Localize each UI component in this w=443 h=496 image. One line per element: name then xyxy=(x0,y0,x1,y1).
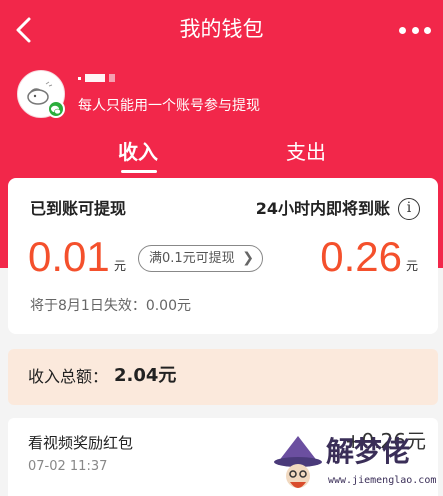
wechat-icon xyxy=(47,100,65,118)
active-tab-indicator xyxy=(121,170,157,173)
info-icon[interactable]: i xyxy=(398,198,420,220)
more-dots-icon xyxy=(399,26,406,34)
withdraw-hint: 满0.1元可提现 xyxy=(149,251,235,266)
pending-label: 24小时内即将到账 xyxy=(255,199,390,218)
watermark: 解梦佬 www.jiemenglao.com xyxy=(268,432,443,496)
tab-expense[interactable]: 支出 xyxy=(286,138,326,166)
navigation-bar: 我的钱包 xyxy=(0,0,443,58)
withdraw-button[interactable]: 满0.1元可提现 ❯ xyxy=(138,245,263,272)
expire-text: 将于8月1日失效：0.00元 xyxy=(30,298,191,314)
available-amount: 0.01 xyxy=(28,233,110,280)
account-tip: 每人只能用一个账号参与提现 xyxy=(78,98,260,114)
user-name xyxy=(78,72,115,84)
watermark-text: 解梦佬 xyxy=(326,435,411,468)
wizard-logo-icon xyxy=(274,436,322,488)
pending-amount: 0.26 xyxy=(320,233,402,280)
available-label: 已到账可提现 xyxy=(30,199,127,218)
total-label: 收入总额： xyxy=(28,367,109,386)
back-button[interactable] xyxy=(10,14,42,46)
record-time: 07-02 11:37 xyxy=(28,459,108,474)
pending-unit: 元 xyxy=(405,259,418,273)
chevron-right-icon: ❯ xyxy=(242,250,254,266)
income-total-bar: 收入总额： 2.04元 xyxy=(8,349,438,405)
total-value: 2.04元 xyxy=(114,365,177,386)
available-unit: 元 xyxy=(114,259,127,273)
more-button[interactable] xyxy=(399,22,431,38)
record-title: 看视频奖励红包 xyxy=(28,434,134,452)
tab-income[interactable]: 收入 xyxy=(118,138,158,166)
watermark-url: www.jiemenglao.com xyxy=(328,475,437,486)
balance-card: 已到账可提现 24小时内即将到账 i 0.01 元 满0.1元可提现 ❯ 0.2… xyxy=(8,178,438,334)
chevron-left-icon xyxy=(16,17,31,43)
page-title: 我的钱包 xyxy=(179,17,264,41)
